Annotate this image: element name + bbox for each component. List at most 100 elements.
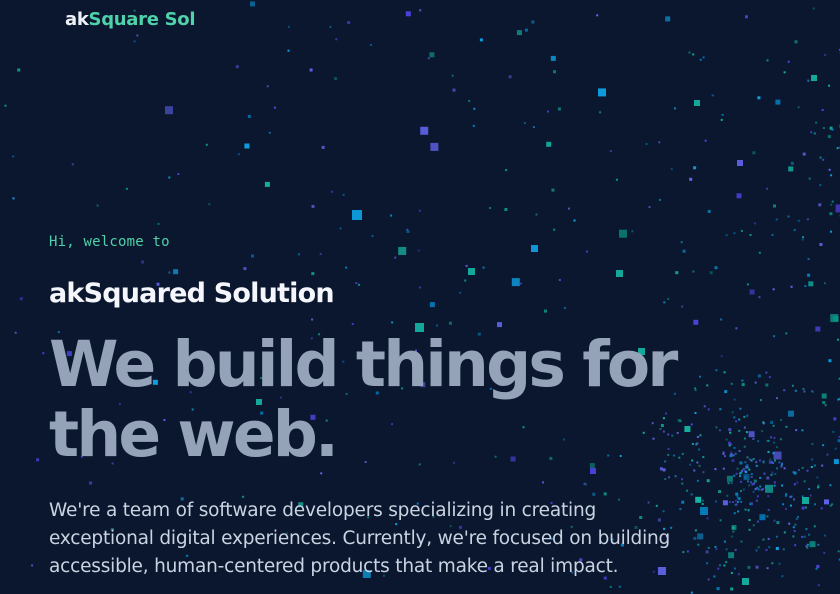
- intro-line: We're a team of software developers spec…: [49, 500, 597, 521]
- particle: [618, 585, 621, 588]
- particle: [31, 564, 34, 567]
- particle: [749, 234, 752, 236]
- particle: [746, 456, 749, 459]
- particle: [553, 228, 556, 231]
- particle: [250, 1, 255, 7]
- particle: [771, 234, 774, 236]
- particle: [609, 150, 612, 152]
- particle: [837, 338, 839, 341]
- particle: [741, 469, 744, 472]
- particle: [707, 209, 711, 213]
- particle: [542, 481, 544, 484]
- particle: [819, 184, 822, 187]
- particle: [319, 253, 322, 255]
- particle: [699, 375, 701, 378]
- particle: [811, 390, 814, 393]
- particle: [599, 111, 602, 114]
- particle: [557, 107, 561, 111]
- particle: [681, 305, 684, 308]
- particle: [836, 147, 839, 150]
- particle: [321, 145, 325, 149]
- particle: [707, 408, 710, 411]
- particle: [298, 253, 300, 256]
- particle: [775, 446, 778, 449]
- particle: [752, 490, 755, 493]
- particle: [738, 429, 741, 432]
- particle: [801, 429, 804, 432]
- particle: [736, 467, 739, 470]
- particle: [781, 484, 784, 487]
- particle: [782, 548, 785, 551]
- particle: [547, 110, 549, 113]
- particle: [691, 443, 694, 445]
- particle: [745, 465, 748, 469]
- particle: [818, 203, 822, 207]
- particle: [795, 518, 798, 520]
- particle: [767, 450, 770, 453]
- particle: [754, 381, 757, 384]
- particle: [729, 431, 732, 434]
- particle: [12, 197, 15, 200]
- particle: [768, 546, 771, 549]
- particle: [801, 466, 804, 469]
- particle: [355, 282, 358, 285]
- particle: [813, 464, 816, 467]
- particle: [792, 526, 795, 529]
- particle: [783, 467, 786, 470]
- particle: [773, 335, 776, 338]
- particle: [802, 152, 806, 156]
- particle: [783, 389, 786, 392]
- particle: [398, 247, 407, 255]
- particle: [690, 423, 693, 426]
- particle: [822, 444, 825, 447]
- particle: [691, 459, 694, 462]
- particle: [740, 229, 743, 232]
- particle: [766, 567, 769, 570]
- particle: [797, 106, 800, 109]
- particle: [4, 104, 7, 107]
- particle: [331, 190, 334, 193]
- particle: [805, 506, 807, 509]
- particle: [735, 472, 738, 475]
- particle: [753, 482, 755, 485]
- particle: [811, 458, 814, 461]
- particle: [773, 481, 776, 484]
- particle: [125, 187, 128, 190]
- particle: [747, 480, 749, 483]
- particle: [817, 584, 820, 587]
- particle: [682, 249, 686, 253]
- particle: [806, 218, 809, 221]
- particle: [427, 57, 430, 60]
- intro-paragraph: We're a team of software developers spec…: [49, 497, 749, 581]
- particle: [752, 437, 755, 440]
- company-name: akSquared Solution: [49, 278, 335, 309]
- particle: [827, 135, 831, 139]
- particle: [808, 177, 811, 180]
- particle: [829, 484, 832, 487]
- particle: [430, 142, 439, 151]
- particle: [743, 474, 750, 481]
- particle: [133, 40, 136, 43]
- particle: [544, 309, 547, 313]
- particle: [745, 431, 748, 434]
- particle: [759, 399, 762, 402]
- particle: [686, 489, 689, 492]
- particle: [659, 198, 662, 201]
- particle: [809, 541, 816, 548]
- particle: [345, 266, 348, 269]
- particle: [698, 464, 701, 467]
- particle: [738, 418, 741, 421]
- particle: [790, 285, 793, 288]
- particle: [689, 177, 693, 181]
- particle: [739, 461, 743, 465]
- particle: [243, 267, 247, 271]
- particle: [244, 143, 250, 149]
- particle: [773, 519, 776, 522]
- particle: [748, 458, 751, 461]
- particle: [235, 65, 239, 69]
- particle: [765, 484, 774, 493]
- particle: [815, 567, 818, 570]
- site-logo[interactable]: akSquare Sol: [65, 8, 196, 32]
- particle: [609, 585, 612, 588]
- particle: [759, 485, 762, 488]
